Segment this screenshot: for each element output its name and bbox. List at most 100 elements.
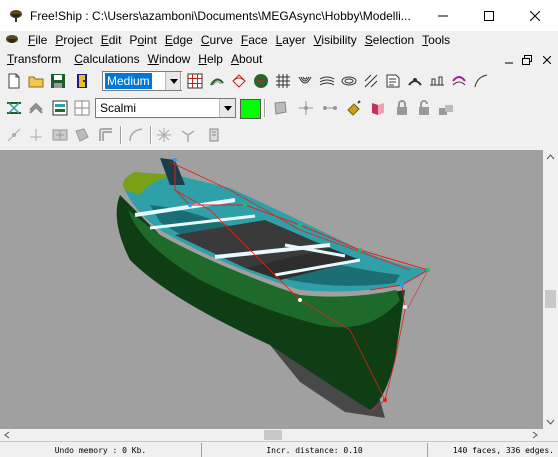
buttocks-icon [319,76,335,86]
curvature-button[interactable] [449,71,469,91]
layers-group-icon [29,102,43,114]
waterlines-button[interactable] [339,71,359,91]
menu-edge[interactable]: Edge [162,31,196,50]
face-mirror-button[interactable] [178,125,198,145]
hull-3d-viewport[interactable] [0,150,543,429]
menu-selection[interactable]: Selection [362,31,417,50]
point-collapse-button[interactable] [4,125,24,145]
new-face-button[interactable] [270,98,290,118]
menu-calculations[interactable]: Calculations [71,50,142,69]
chevron-down-icon[interactable] [165,72,181,90]
mdi-minimize-button[interactable] [500,52,518,68]
control-curve-button[interactable] [471,71,491,91]
exit-button[interactable] [72,71,92,91]
interior-edges-button[interactable] [207,71,227,91]
hydrostatics-icon [386,74,400,88]
folder-open-icon [28,76,44,88]
menu-help[interactable]: Help [195,50,226,69]
buttocks-button[interactable] [317,71,337,91]
edge-split-button[interactable] [50,125,70,145]
waterlines-icon [341,76,357,86]
mdi-restore-button[interactable] [518,52,536,68]
layer-properties-button[interactable] [4,98,24,118]
stations-button[interactable] [295,71,315,91]
exit-door-icon [77,74,87,88]
interior-edges-icon [210,78,224,86]
active-layer-select[interactable]: Scalmi [95,98,236,118]
menu-transform[interactable]: Transform [4,50,64,69]
menu-row-1: File Project Edit Point Edge Curve Face … [4,31,454,50]
freeship-app-icon[interactable] [8,8,24,24]
precision-select[interactable]: Medium [102,71,182,91]
diagonals-button[interactable] [361,71,381,91]
chevron-down-icon[interactable] [219,99,235,117]
save-button[interactable] [48,71,68,91]
markers-button[interactable] [405,71,425,91]
vertical-scrollbar[interactable] [543,150,558,429]
menu-tools[interactable]: Tools [419,31,453,50]
control-curves-button[interactable] [229,71,249,91]
face-icon [274,101,287,115]
develop-plates-button[interactable] [368,98,388,118]
scroll-right-arrow-icon [532,431,538,439]
edge-extrude-button[interactable] [72,125,92,145]
new-file-icon [8,73,20,89]
stations-icon [298,76,312,84]
horizontal-scrollbar[interactable] [0,429,543,441]
face-layer-button[interactable] [204,125,224,145]
curve-new-icon [129,128,143,142]
point-insert-button[interactable] [296,98,316,118]
paint-layer-button[interactable] [344,98,364,118]
lock-points-button[interactable] [392,98,412,118]
edge-crease-button[interactable] [96,125,116,145]
scroll-left-arrow-icon [4,431,10,439]
show-normals-button[interactable] [251,71,271,91]
face-flip-icon [157,128,171,142]
develop-plates-icon [372,103,384,115]
menu-file[interactable]: File [25,31,50,50]
status-geometry-count: 140 faces, 336 edges. [452,445,554,455]
layer-color-swatch[interactable] [240,99,261,119]
unlock-points-button[interactable] [414,98,434,118]
menu-window[interactable]: Window [145,50,194,69]
minimize-button[interactable] [420,0,466,31]
hull-normals-icon [254,74,268,88]
grid-icon [276,74,290,88]
menu-edit[interactable]: Edit [98,31,125,50]
edge-connect-button[interactable] [320,98,340,118]
menu-face[interactable]: Face [238,31,271,50]
mdi-close-button[interactable] [538,52,556,68]
point-align-icon [30,129,42,141]
unlock-all-points-button[interactable] [436,98,456,118]
hydrostatics-button[interactable] [383,71,403,91]
precision-value: Medium [105,73,152,89]
menu-point[interactable]: Point [126,31,159,50]
curve-new-button[interactable] [126,125,146,145]
maximize-button[interactable] [466,0,512,31]
save-icon [51,74,65,88]
point-align-button[interactable] [26,125,46,145]
menu-layer[interactable]: Layer [273,31,309,50]
menu-about[interactable]: About [228,50,265,69]
flowlines-icon [430,76,444,86]
curvature-icon [452,76,466,86]
grid-button[interactable] [273,71,293,91]
face-mirror-icon [181,130,195,142]
auto-group-layers-button[interactable] [26,98,46,118]
open-file-button[interactable] [26,71,46,91]
control-net-button[interactable] [185,71,205,91]
menu-visibility[interactable]: Visibility [311,31,360,50]
unlock-icon [419,100,429,115]
mdi-document-icon[interactable] [4,33,20,49]
paint-bucket-icon [347,100,361,116]
menu-project[interactable]: Project [52,31,95,50]
delete-empty-layers-button[interactable] [72,98,92,118]
new-file-button[interactable] [4,71,24,91]
edge-split-icon [52,129,68,141]
layer-dialog-button[interactable] [50,98,70,118]
close-button[interactable] [512,0,558,31]
flowlines-button[interactable] [427,71,447,91]
face-flip-button[interactable] [154,125,174,145]
menu-curve[interactable]: Curve [198,31,236,50]
status-bar: Undo memory : 0 Kb. Incr. distance: 0.10… [0,441,558,457]
